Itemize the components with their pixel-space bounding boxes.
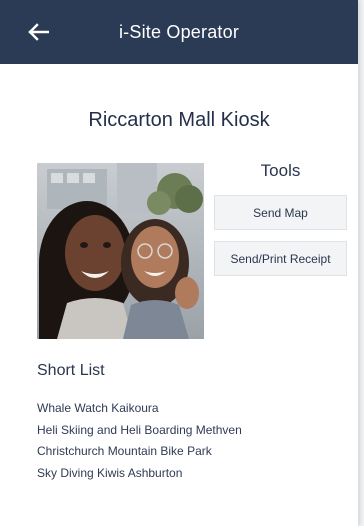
arrow-left-icon <box>28 23 49 41</box>
short-list-item[interactable]: Heli Skiing and Heli Boarding Methven <box>37 420 242 442</box>
back-button[interactable] <box>22 18 54 46</box>
app-header: i-Site Operator <box>0 0 358 64</box>
short-list-title: Short List <box>37 362 105 379</box>
short-list: Whale Watch Kaikoura Heli Skiing and Hel… <box>37 398 242 484</box>
short-list-item[interactable]: Christchurch Mountain Bike Park <box>37 441 242 463</box>
short-list-item[interactable]: Sky Diving Kiwis Ashburton <box>37 463 242 485</box>
send-print-receipt-button[interactable]: Send/Print Receipt <box>214 241 347 276</box>
tools-title: Tools <box>260 161 301 180</box>
kiosk-title: Riccarton Mall Kiosk <box>88 109 270 131</box>
send-map-button[interactable]: Send Map <box>214 195 347 230</box>
kiosk-photo <box>37 163 204 339</box>
short-list-item[interactable]: Whale Watch Kaikoura <box>37 398 242 420</box>
app-panel: i-Site Operator Riccarton Mall Kiosk Too… <box>0 0 358 526</box>
